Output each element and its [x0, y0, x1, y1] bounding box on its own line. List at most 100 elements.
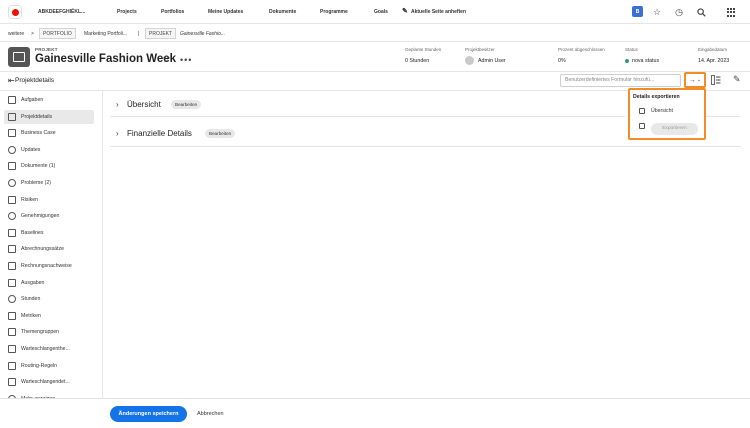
entry-date-value: 14. Apr. 2023	[698, 58, 730, 64]
queue-details-icon	[8, 378, 16, 387]
breadcrumb-more-link[interactable]: weitere	[8, 31, 24, 37]
routing-rules-icon	[8, 361, 16, 370]
export-arrow-icon: →	[688, 76, 696, 84]
sidebar-item[interactable]: Rechnungsnachweise	[4, 259, 94, 273]
favorite-star-icon[interactable]: ☆	[162, 54, 171, 65]
sidebar-item[interactable]: Business Case	[4, 126, 94, 140]
overview-checkbox[interactable]	[639, 108, 645, 114]
section-financial-edit-button[interactable]: Bearbeiten	[205, 129, 236, 138]
sidebar-items: Aufgaben Projektdetails Business Case Updat…	[0, 91, 103, 398]
save-changes-button[interactable]: Änderungen speichern	[110, 406, 187, 422]
export-button[interactable]: → ⌄	[684, 72, 706, 88]
sidebar-item[interactable]: Risiken	[4, 193, 94, 207]
sidebar-item[interactable]: Probleme (2)	[4, 176, 94, 190]
custom-form-input[interactable]: Benutzerdefiniertes Formular hinzufü...	[560, 74, 681, 87]
sidebar-item[interactable]: Metriken	[4, 309, 94, 323]
sidebar-item[interactable]: Warteschlangendet...	[4, 375, 94, 389]
planned-hours-label: Geplante Stunden	[405, 47, 442, 52]
sidebar-item-label: Warteschlangendet...	[21, 379, 70, 386]
overview-checkbox-label[interactable]: Übersicht	[651, 108, 673, 114]
planned-hours-value: 0 Stunden	[405, 58, 430, 64]
select-all-checkbox[interactable]	[639, 123, 645, 129]
expenses-icon	[8, 278, 16, 287]
nav-link-documents[interactable]: Dokumente	[269, 9, 296, 15]
nav-link-portfolios[interactable]: Portfolios	[161, 9, 184, 15]
nav-link-goals[interactable]: Goals	[374, 9, 388, 15]
breadcrumb-portfolio-link[interactable]: Marketing Portfoli...	[84, 31, 127, 37]
sidebar-item[interactable]: Warteschlangenthe...	[4, 342, 94, 356]
page-title: Gainesville Fashion Week	[35, 53, 177, 65]
section-overview-title[interactable]: Übersicht	[127, 100, 161, 109]
nav-link-my-updates[interactable]: Meine Updates	[208, 9, 243, 15]
metrics-icon	[8, 311, 16, 320]
collapse-back-icon[interactable]: ⇤	[8, 76, 15, 85]
chevron-right-icon[interactable]: ›	[116, 100, 119, 109]
breadcrumb-portfolio-tag: PORTFOLIO	[39, 28, 76, 39]
nav-link-programs[interactable]: Programme	[320, 9, 348, 15]
export-confirm-button[interactable]: Exportieren	[651, 123, 698, 135]
percent-complete-value: 0%	[558, 58, 566, 64]
cancel-button[interactable]: Abbrechen	[197, 411, 224, 417]
issues-icon	[8, 179, 16, 187]
chevron-down-icon: ⌄	[696, 77, 702, 83]
sidebar-item[interactable]: Baselines	[4, 226, 94, 240]
pin-current-page-link[interactable]: Aktuelle Seite anheften	[411, 9, 466, 15]
app-name[interactable]: ABKDEEFGHIÉKL...	[38, 9, 85, 15]
recents-clock-icon[interactable]: ◷	[673, 6, 685, 18]
edit-pencil-icon[interactable]: ✎	[733, 74, 741, 85]
more-actions-icon[interactable]: •••	[180, 55, 192, 65]
sidebar-item[interactable]: Abrechnungssätze	[4, 242, 94, 256]
hours-icon	[8, 295, 16, 304]
nav-link-projects[interactable]: Projects	[117, 9, 137, 15]
details-icon	[8, 112, 16, 121]
sidebar-item[interactable]: Projektdetails	[4, 109, 94, 124]
topic-groups-icon	[8, 328, 16, 337]
sidebar-item-label: Business Case	[21, 130, 56, 137]
sidebar-item[interactable]: Themengruppen	[4, 325, 94, 339]
favorites-star-icon[interactable]: ☆	[651, 6, 663, 18]
sidebar-item-label: Projektdetails	[21, 113, 53, 120]
breadcrumb-project-tag: PROJEKT	[145, 28, 177, 39]
breadcrumb-separator: >	[31, 31, 34, 37]
updates-icon	[8, 145, 16, 154]
baselines-icon	[8, 228, 16, 237]
documents-icon	[8, 162, 16, 171]
sidebar-item[interactable]: Routing-Regeln	[4, 359, 94, 373]
breadcrumb-project-link[interactable]: Gainesville Fashio...	[180, 31, 225, 37]
project-icon	[8, 47, 30, 67]
sidebar-item[interactable]: Dokumente (1)	[4, 159, 94, 173]
export-popover-title: Details exportieren	[633, 94, 680, 100]
tasks-icon	[8, 96, 16, 104]
billing-records-icon	[8, 262, 16, 270]
sidebar-item[interactable]: Stunden	[4, 292, 94, 306]
entry-date-label: Eingabedatum	[698, 47, 728, 52]
layout-template-icon[interactable]	[711, 75, 721, 85]
pin-icon[interactable]: ✎	[402, 7, 408, 15]
sidebar-item[interactable]: Aufgaben	[4, 93, 94, 107]
sidebar-item-label: Ausgaben	[21, 279, 45, 286]
sidebar-item-label: Metriken	[21, 312, 41, 319]
sidebar-item-label: Genehmigungen	[21, 213, 60, 220]
sidebar-item-label: Rechnungsnachweise	[21, 263, 72, 269]
section-title: Projektdetails	[15, 77, 55, 84]
section-overview-edit-button[interactable]: Bearbeiten	[171, 100, 202, 109]
section-financial-title[interactable]: Finanzielle Details	[127, 129, 192, 138]
sidebar-item[interactable]: Ausgaben	[4, 276, 94, 290]
approvals-icon	[8, 212, 16, 221]
sidebar-item[interactable]: Updates	[4, 143, 94, 157]
main-menu-grid-icon[interactable]	[727, 8, 736, 17]
status-badge[interactable]: nova status	[632, 58, 659, 64]
risks-icon	[8, 195, 16, 204]
owner-value[interactable]: Admin User	[478, 58, 506, 64]
section-divider	[110, 116, 625, 117]
chevron-right-icon[interactable]: ›	[116, 129, 119, 138]
search-icon[interactable]	[695, 6, 707, 18]
sidebar-item-label: Risiken	[21, 196, 39, 203]
sidebar-item-label: Abrechnungssätze	[21, 246, 64, 253]
owner-avatar[interactable]	[465, 56, 474, 65]
adobe-workfront-logo-icon[interactable]	[8, 5, 22, 19]
sidebar-item-label: Aufgaben	[21, 97, 44, 103]
sidebar-item[interactable]: Genehmigungen	[4, 209, 94, 223]
sidebar-item-label: Updates	[21, 146, 41, 153]
user-avatar[interactable]: B	[632, 6, 643, 17]
